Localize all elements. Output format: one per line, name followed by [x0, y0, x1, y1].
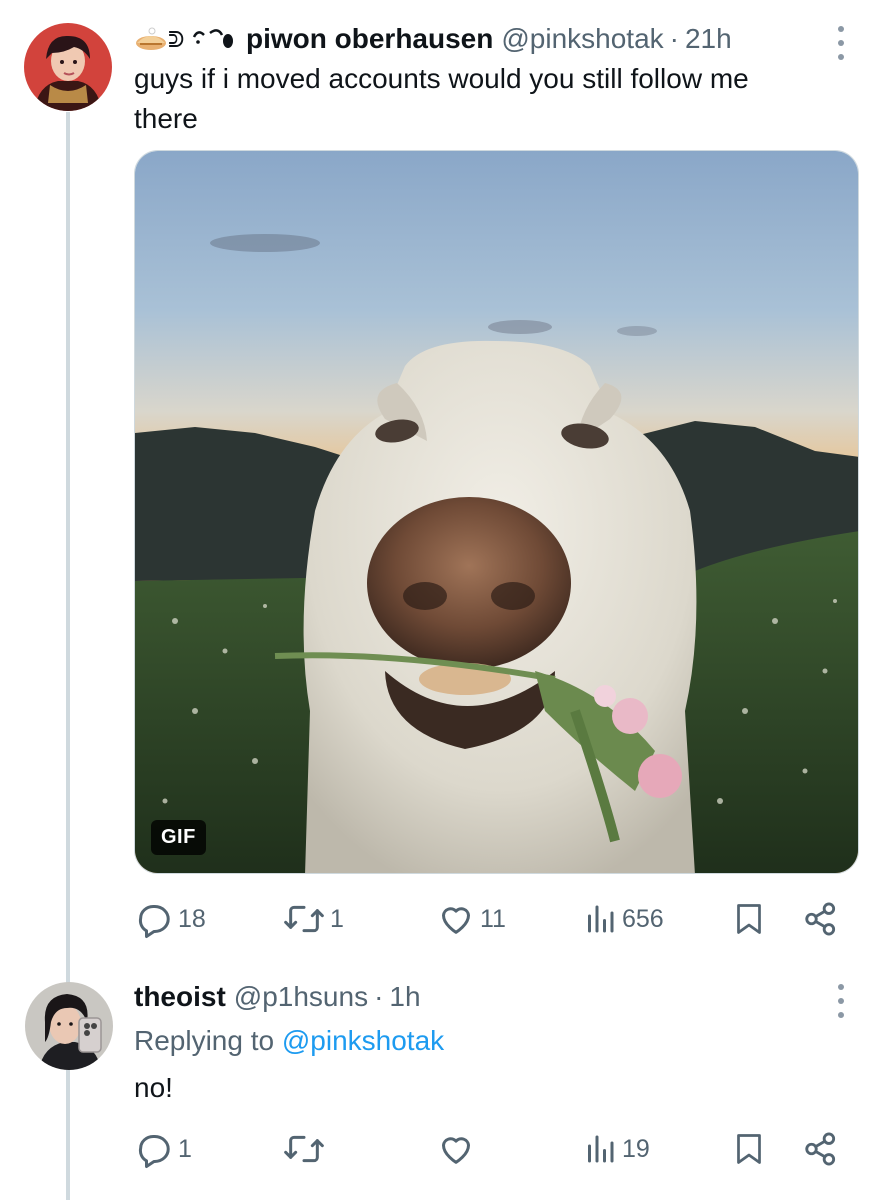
more-dot-icon	[838, 40, 844, 46]
replying-to-line: Replying to @pinkshotak	[134, 1024, 444, 1058]
tweet-header: ᕲ piwon oberhausen @pinkshotak · 21h	[134, 22, 732, 56]
views-button[interactable]: 656	[582, 897, 664, 941]
avatar-theoist[interactable]	[25, 982, 113, 1070]
bookmark-button[interactable]	[731, 1127, 767, 1171]
tweet-text-line: there	[134, 103, 198, 134]
dog-with-flower-image	[135, 151, 858, 873]
gif-media[interactable]: GIF	[134, 150, 859, 874]
share-button[interactable]	[802, 1127, 840, 1171]
like-button[interactable]	[436, 1127, 480, 1171]
reply-header: theoist @p1hsuns · 1h	[134, 980, 421, 1014]
display-name[interactable]: piwon oberhausen	[246, 22, 493, 56]
reply-icon	[138, 1135, 170, 1168]
reply-button[interactable]: 1	[134, 1127, 192, 1171]
view-count: 656	[622, 904, 664, 933]
name-emoji-group: ᕲ	[134, 25, 238, 53]
separator-dot: ·	[669, 23, 679, 54]
more-options-button[interactable]	[833, 26, 849, 60]
more-dot-icon	[838, 26, 844, 32]
repost-icon	[284, 905, 324, 933]
share-button[interactable]	[802, 897, 840, 941]
reply-button[interactable]: 18	[134, 897, 206, 941]
view-count: 19	[622, 1134, 650, 1163]
like-button[interactable]: 11	[436, 897, 506, 941]
like-count: 11	[480, 904, 506, 933]
heart-icon	[442, 1137, 470, 1164]
reply-text: no!	[134, 1072, 173, 1103]
views-chart-icon	[588, 905, 614, 933]
views-chart-icon	[588, 1135, 614, 1163]
more-dot-icon	[838, 1012, 844, 1018]
share-icon	[805, 1132, 836, 1166]
reply-action-bar: 1 19	[134, 1127, 846, 1171]
bookmark-icon	[737, 904, 761, 934]
svg-text:ᕲ: ᕲ	[168, 28, 184, 53]
more-dot-icon	[838, 54, 844, 60]
reply-timestamp[interactable]: 1h	[389, 980, 420, 1014]
share-icon	[805, 902, 836, 936]
tweet-text: guys if i moved accounts would you still…	[134, 59, 749, 139]
reply-more-options-button[interactable]	[833, 984, 849, 1018]
repost-icon	[284, 1135, 324, 1163]
tweet-action-bar: 18 1 11 656	[134, 897, 846, 941]
heart-icon	[442, 907, 470, 934]
repost-button[interactable]: 1	[282, 897, 344, 941]
more-dot-icon	[838, 984, 844, 990]
more-dot-icon	[838, 998, 844, 1004]
bookmark-button[interactable]	[731, 897, 767, 941]
separator-dot: ·	[374, 981, 384, 1012]
bookmark-icon	[737, 1134, 761, 1164]
pie-emoji-icon	[136, 27, 166, 50]
views-button[interactable]: 19	[582, 1127, 650, 1171]
repost-button[interactable]	[282, 1127, 330, 1171]
reply-icon	[138, 905, 170, 938]
tweet-text-line: guys if i moved accounts would you still…	[134, 63, 749, 94]
reply-handle[interactable]: @p1hsuns	[234, 980, 368, 1014]
replying-to-mention[interactable]: @pinkshotak	[282, 1025, 444, 1056]
handle[interactable]: @pinkshotak	[501, 22, 663, 56]
replying-to-label: Replying to	[134, 1025, 275, 1056]
repost-count: 1	[330, 904, 344, 933]
reply-display-name[interactable]: theoist	[134, 980, 226, 1014]
timestamp[interactable]: 21h	[685, 22, 732, 56]
gif-badge: GIF	[151, 820, 206, 855]
reply-count: 1	[178, 1134, 192, 1163]
reply-count: 18	[178, 904, 206, 933]
emoticon-glyph-icon: ᕲ	[168, 28, 233, 53]
avatar-piwon[interactable]	[24, 23, 112, 111]
